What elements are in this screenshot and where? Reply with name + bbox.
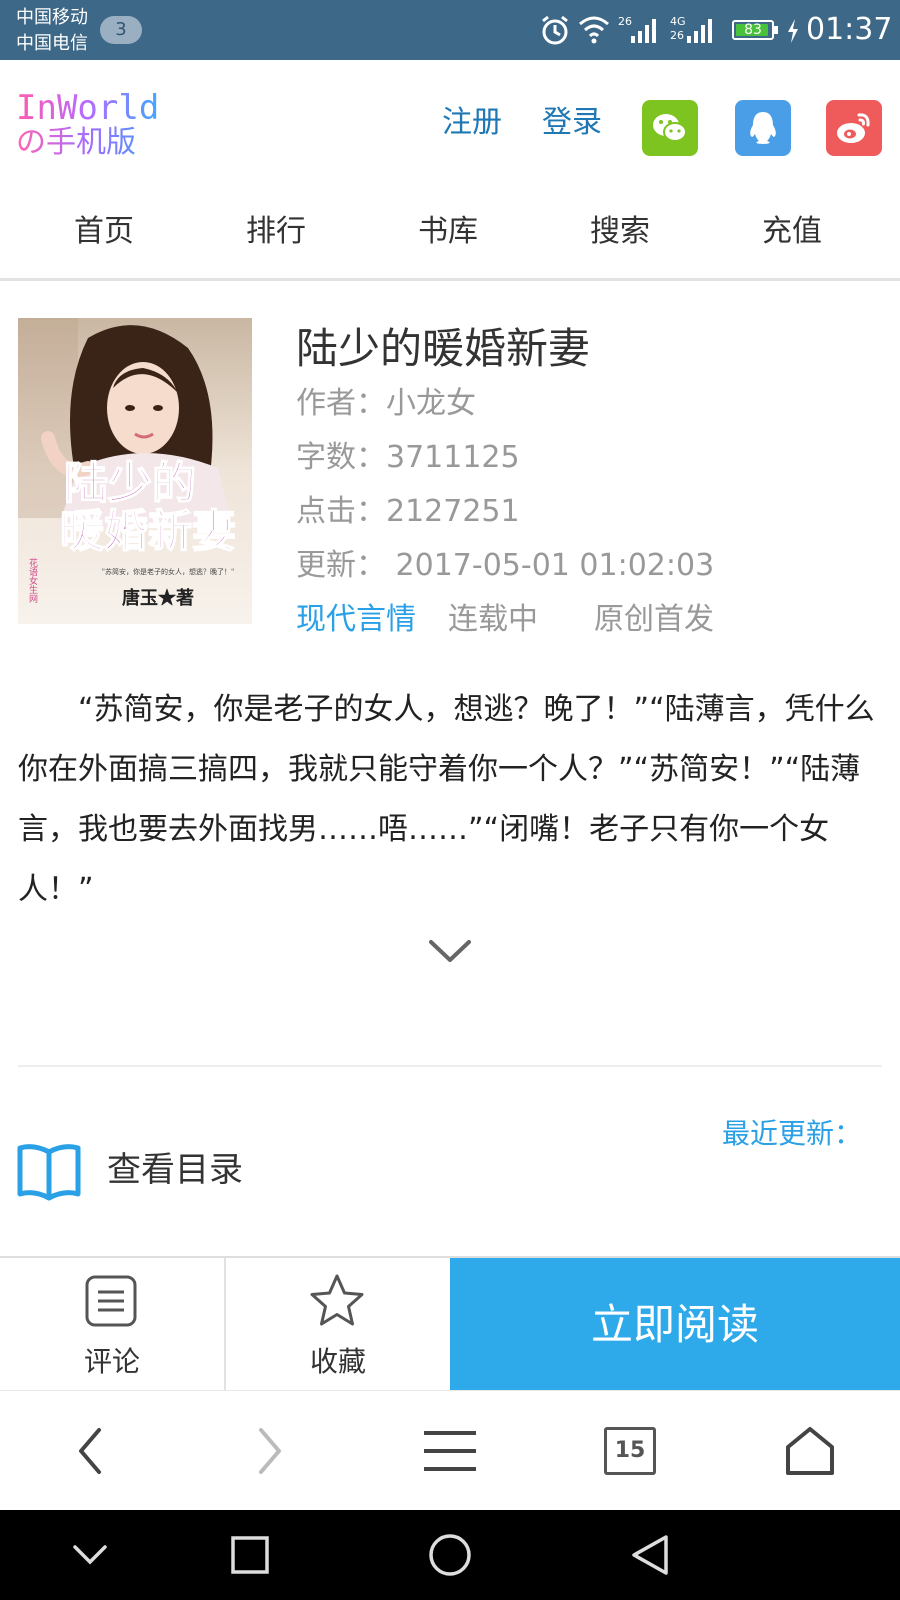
recent-apps-button[interactable] xyxy=(160,1510,340,1600)
charging-icon xyxy=(786,18,800,44)
chevron-down-icon xyxy=(429,940,471,962)
hide-nav-button[interactable] xyxy=(0,1510,180,1600)
site-logo[interactable]: InWorld の手机版 xyxy=(16,90,159,160)
cover-author: 唐玉★著 xyxy=(122,587,194,609)
circle-icon xyxy=(429,1534,471,1576)
back-button[interactable] xyxy=(560,1510,740,1600)
triangle-back-icon xyxy=(632,1535,668,1575)
browser-forward-button[interactable] xyxy=(180,1391,360,1511)
nav-item-home[interactable]: 首页 xyxy=(18,186,190,278)
expand-intro-button[interactable] xyxy=(428,938,472,970)
nav-item-search[interactable]: 搜索 xyxy=(534,186,706,278)
comment-button[interactable]: 评论 xyxy=(0,1258,226,1392)
weibo-login-button[interactable] xyxy=(826,100,882,156)
chevron-down-icon xyxy=(73,1545,107,1565)
home-icon xyxy=(786,1427,834,1475)
logo-line-2: の手机版 xyxy=(16,126,159,160)
book-title: 陆少的暖婚新妻 xyxy=(296,324,591,373)
favorite-button[interactable]: 收藏 xyxy=(226,1258,450,1392)
clock: 01:37 xyxy=(806,12,893,47)
system-navigation-bar xyxy=(0,1510,900,1600)
tab-count-badge: 15 xyxy=(604,1427,656,1475)
site-header: InWorld の手机版 注册 登录 xyxy=(0,60,900,187)
nav-item-library[interactable]: 书库 xyxy=(362,186,534,278)
network-type-2: 4G xyxy=(670,15,686,28)
weibo-icon xyxy=(837,113,870,143)
author-name[interactable]: 小龙女 xyxy=(386,386,476,421)
cover-publisher: 花语女生网 xyxy=(27,557,38,604)
author-row: 作者：小龙女 xyxy=(296,384,476,424)
cover-title-line-1: 陆少的 xyxy=(64,458,196,509)
battery-icon: 83 xyxy=(732,20,774,40)
click-count-label: 点击： xyxy=(296,494,386,529)
notification-count-badge: 3 xyxy=(100,16,142,44)
section-divider xyxy=(18,1065,882,1067)
register-link[interactable]: 注册 xyxy=(442,98,502,148)
star-icon xyxy=(310,1274,364,1326)
logo-line-1: InWorld xyxy=(16,88,160,128)
chevron-right-icon xyxy=(259,1428,281,1474)
toc-button[interactable] xyxy=(16,1140,82,1206)
wifi-icon xyxy=(578,14,610,44)
open-book-icon xyxy=(17,1144,81,1201)
update-time-value: 2017-05-01 01:02:03 xyxy=(395,548,715,583)
main-nav: 首页 排行 书库 搜索 充值 xyxy=(0,186,900,281)
login-link[interactable]: 登录 xyxy=(542,98,602,148)
carrier-1: 中国移动 xyxy=(16,7,88,28)
comment-document-icon xyxy=(85,1275,137,1327)
book-intro: “苏简安，你是老子的女人，想逃？晚了！”“陆薄言，凭什么你在外面搞三搞四，我就只… xyxy=(18,692,875,907)
read-now-button[interactable]: 立即阅读 xyxy=(450,1258,900,1392)
battery-level: 83 xyxy=(744,22,762,38)
nav-item-ranking[interactable]: 排行 xyxy=(190,186,362,278)
carrier-2: 中国电信 xyxy=(16,33,88,54)
nav-item-recharge[interactable]: 充值 xyxy=(706,186,878,278)
toc-label[interactable]: 查看目录 xyxy=(107,1150,243,1190)
qq-penguin-icon xyxy=(750,112,776,144)
update-time-row: 更新： 2017-05-01 01:02:03 xyxy=(296,546,714,586)
click-count-row: 点击：2127251 xyxy=(296,492,520,532)
recent-update-label: 最近更新： xyxy=(722,1117,863,1150)
update-time-label: 更新： xyxy=(296,548,386,583)
browser-tabs-button[interactable]: 15 xyxy=(540,1391,720,1511)
browser-toolbar: 15 xyxy=(0,1390,900,1511)
hamburger-menu-icon xyxy=(424,1431,476,1471)
book-cover-art: 陆少的 暖婚新妻 花语女生网 "苏简安，你是老子的女人，想逃？晚了！" 唐玉★著 xyxy=(18,318,252,624)
origin-tag: 原创首发 xyxy=(594,602,714,637)
browser-back-button[interactable] xyxy=(0,1391,180,1511)
battery-cap xyxy=(774,26,778,34)
cover-title-line-2: 暖婚新妻 xyxy=(60,506,236,557)
comment-label: 评论 xyxy=(83,1345,140,1378)
cover-blurb: "苏简安，你是老子的女人，想逃？晚了！" xyxy=(102,567,234,576)
word-count-label: 字数： xyxy=(296,440,386,475)
chevron-left-icon xyxy=(79,1428,101,1474)
word-count-value: 3711125 xyxy=(386,440,520,475)
network-type-2b: 26 xyxy=(670,29,684,42)
browser-home-button[interactable] xyxy=(720,1391,900,1511)
signal-icon-2 xyxy=(686,18,714,44)
alarm-icon xyxy=(540,14,570,46)
status-tag: 连载中 xyxy=(448,602,538,637)
book-action-bar: 评论 收藏 立即阅读 xyxy=(0,1256,900,1392)
click-count-value: 2127251 xyxy=(386,494,520,529)
author-label: 作者： xyxy=(296,386,386,421)
word-count-row: 字数：3711125 xyxy=(296,438,520,478)
favorite-label: 收藏 xyxy=(309,1345,366,1378)
signal-icon-1 xyxy=(630,18,658,44)
qq-login-button[interactable] xyxy=(735,100,791,156)
wechat-login-button[interactable] xyxy=(642,100,698,156)
wechat-icon xyxy=(653,114,687,142)
book-cover[interactable]: 陆少的 暖婚新妻 花语女生网 "苏简安，你是老子的女人，想逃？晚了！" 唐玉★著 xyxy=(18,318,252,624)
square-icon xyxy=(231,1536,269,1574)
browser-menu-button[interactable] xyxy=(360,1391,540,1511)
status-bar: 中国移动 中国电信 3 26 4G 26 83 01:37 xyxy=(0,0,900,60)
genre-tag[interactable]: 现代言情 xyxy=(296,600,416,640)
home-button[interactable] xyxy=(360,1510,540,1600)
